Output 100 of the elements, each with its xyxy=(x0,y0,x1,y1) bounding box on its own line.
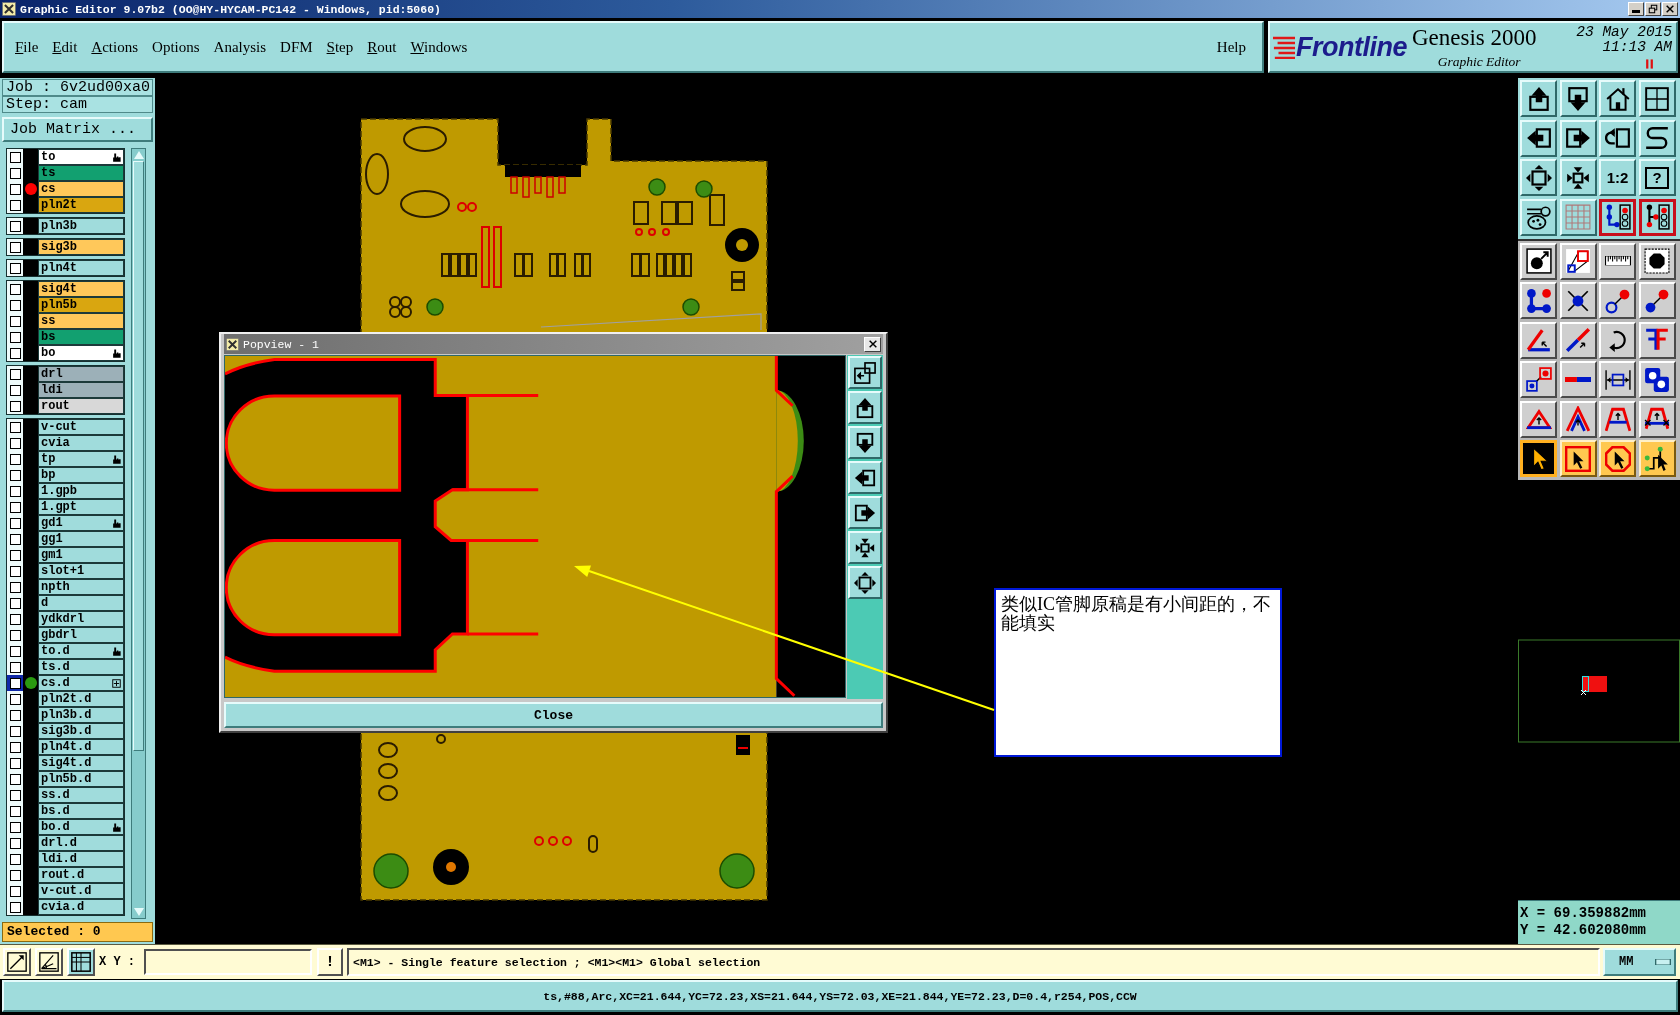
menu-item[interactable]: Edit xyxy=(45,36,85,58)
layer-checkbox[interactable] xyxy=(9,453,21,465)
layer-row[interactable]: gbdrl xyxy=(7,627,124,643)
job-matrix-button[interactable]: Job Matrix ... xyxy=(2,117,153,142)
layer-row[interactable]: bs xyxy=(7,329,124,345)
layer-row[interactable]: gg1 xyxy=(7,531,124,547)
layer-row[interactable]: cvia.d xyxy=(7,899,124,915)
layer-row[interactable]: ss.d xyxy=(7,787,124,803)
layer-row[interactable]: ts.d xyxy=(7,659,124,675)
layer-row[interactable]: v-cut xyxy=(7,419,124,435)
view-button[interactable] xyxy=(848,356,882,389)
layer-checkbox[interactable] xyxy=(9,241,21,253)
layer-row[interactable]: bo.d xyxy=(7,819,124,835)
help-menu[interactable]: Help xyxy=(1209,36,1253,58)
select-mode-button[interactable] xyxy=(1520,440,1557,477)
layer-checkbox[interactable] xyxy=(9,773,21,785)
layer-row[interactable]: cs xyxy=(7,181,124,197)
menu-item[interactable]: DFM xyxy=(273,36,320,58)
layer-checkbox[interactable] xyxy=(9,581,21,593)
layer-checkbox[interactable] xyxy=(9,501,21,513)
window-close-button[interactable] xyxy=(864,336,881,352)
layer-checkbox[interactable] xyxy=(9,853,21,865)
layer-row[interactable]: to.d xyxy=(7,643,124,659)
layer-row[interactable]: pln4t xyxy=(7,260,124,276)
layer-checkbox[interactable] xyxy=(9,283,21,295)
layer-checkbox[interactable] xyxy=(9,199,21,211)
view-button[interactable] xyxy=(848,461,882,494)
layer-checkbox[interactable] xyxy=(9,183,21,195)
layer-row[interactable]: slot+1 xyxy=(7,563,124,579)
layer-row[interactable]: bp xyxy=(7,467,124,483)
layer-row[interactable]: d xyxy=(7,595,124,611)
menu-item[interactable]: Actions xyxy=(84,36,146,58)
layer-row[interactable]: bs.d xyxy=(7,803,124,819)
layer-row[interactable]: pln3b.d xyxy=(7,707,124,723)
layer-checkbox[interactable] xyxy=(9,709,21,721)
layer-checkbox[interactable] xyxy=(9,565,21,577)
layer-row[interactable]: v-cut.d xyxy=(7,883,124,899)
layer-row[interactable]: tp xyxy=(7,451,124,467)
mode-button[interactable] xyxy=(67,948,95,976)
layer-checkbox[interactable] xyxy=(9,869,21,881)
mode-button[interactable] xyxy=(3,948,31,976)
layer-row[interactable]: pln5b.d xyxy=(7,771,124,787)
layer-row[interactable]: npth xyxy=(7,579,124,595)
layer-checkbox[interactable] xyxy=(9,384,21,396)
layer-checkbox[interactable] xyxy=(9,645,21,657)
layer-checkbox[interactable] xyxy=(9,837,21,849)
layer-row[interactable]: drl xyxy=(7,366,124,382)
view-button[interactable] xyxy=(848,426,882,459)
layer-checkbox[interactable] xyxy=(9,533,21,545)
layer-checkbox[interactable] xyxy=(9,693,21,705)
layer-row[interactable]: pln5b xyxy=(7,297,124,313)
layer-row[interactable]: ldi.d xyxy=(7,851,124,867)
layer-row[interactable]: cs.d xyxy=(7,675,124,691)
layer-row[interactable]: ldi xyxy=(7,382,124,398)
layer-checkbox[interactable] xyxy=(9,437,21,449)
layer-row[interactable]: rout xyxy=(7,398,124,414)
layer-row[interactable]: rout.d xyxy=(7,867,124,883)
layer-row[interactable]: pln4t.d xyxy=(7,739,124,755)
menu-item[interactable]: Step xyxy=(319,36,361,58)
execute-button[interactable]: ! xyxy=(317,948,343,976)
layer-checkbox[interactable] xyxy=(9,331,21,343)
layer-row[interactable]: 1.gpt xyxy=(7,499,124,515)
layer-checkbox[interactable] xyxy=(9,901,21,913)
layer-checkbox[interactable] xyxy=(9,757,21,769)
minimize-button[interactable] xyxy=(1628,2,1644,16)
tool-button[interactable] xyxy=(1638,198,1676,236)
layer-checkbox[interactable] xyxy=(9,485,21,497)
layer-checkbox[interactable] xyxy=(9,151,21,163)
view-button[interactable] xyxy=(848,566,882,599)
layer-row[interactable]: sig4t xyxy=(7,281,124,297)
layer-checkbox[interactable] xyxy=(9,677,21,689)
layer-checkbox[interactable] xyxy=(9,821,21,833)
layer-row[interactable]: sig3b.d xyxy=(7,723,124,739)
layer-checkbox[interactable] xyxy=(9,347,21,359)
layer-row[interactable]: pln2t.d xyxy=(7,691,124,707)
layer-checkbox[interactable] xyxy=(9,885,21,897)
restore-button[interactable] xyxy=(1645,2,1661,16)
layer-checkbox[interactable] xyxy=(9,368,21,380)
layer-checkbox[interactable] xyxy=(9,661,21,673)
layer-row[interactable]: gm1 xyxy=(7,547,124,563)
layer-checkbox[interactable] xyxy=(9,517,21,529)
layer-checkbox[interactable] xyxy=(9,167,21,179)
layer-row[interactable]: gd1 xyxy=(7,515,124,531)
layer-row[interactable]: bo xyxy=(7,345,124,361)
layer-checkbox[interactable] xyxy=(9,597,21,609)
layer-row[interactable]: ydkdrl xyxy=(7,611,124,627)
mode-button[interactable] xyxy=(35,948,63,976)
menu-item[interactable]: Rout xyxy=(360,36,404,58)
view-button[interactable] xyxy=(848,531,882,564)
layer-row[interactable]: 1.gpb xyxy=(7,483,124,499)
layer-row[interactable]: cvia xyxy=(7,435,124,451)
layer-checkbox[interactable] xyxy=(9,421,21,433)
menu-item[interactable]: Options xyxy=(145,36,207,58)
layer-checkbox[interactable] xyxy=(9,629,21,641)
menu-item[interactable]: Windows xyxy=(403,36,475,58)
view-button[interactable] xyxy=(848,496,882,529)
tool-button[interactable] xyxy=(1599,198,1636,236)
layer-checkbox[interactable] xyxy=(9,400,21,412)
layer-checkbox[interactable] xyxy=(9,725,21,737)
menu-item[interactable]: Analysis xyxy=(206,36,274,58)
